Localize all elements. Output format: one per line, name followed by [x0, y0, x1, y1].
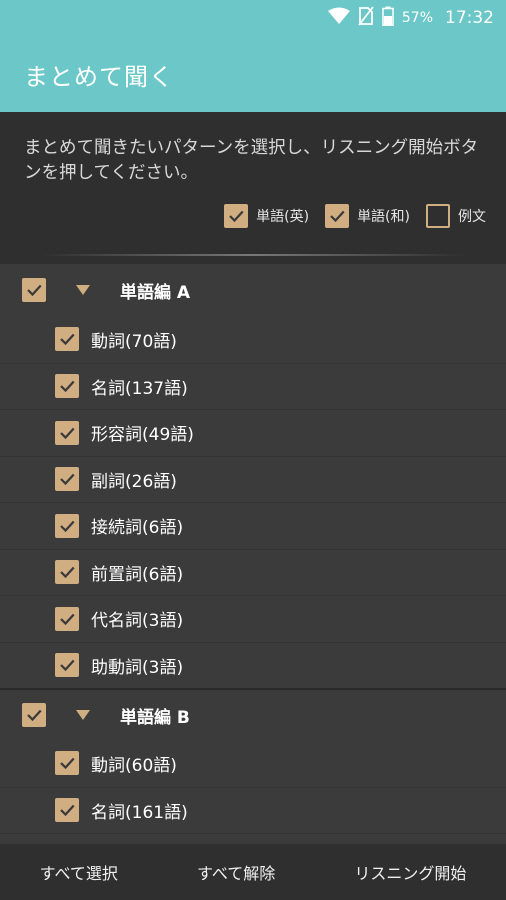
instruction-text: まとめて聞きたいパターンを選択し、リスニング開始ボタンを押してください。 — [24, 138, 479, 183]
pattern-list[interactable]: 単語編 A 動詞(70語) 名詞(137語) 形容詞(49語) 副詞(26語) … — [0, 264, 506, 844]
item-label: 代名詞(3語) — [91, 611, 184, 632]
list-item[interactable]: 名詞(137語) — [0, 362, 506, 410]
list-item[interactable]: 動詞(60語) — [0, 740, 506, 787]
clock: 17:32 — [445, 8, 494, 28]
list-item[interactable]: 副詞(26語) — [0, 455, 506, 503]
checkbox-checked-icon[interactable] — [55, 467, 79, 492]
expand-arrow-icon[interactable] — [76, 285, 90, 295]
option-label: 単語(英) — [256, 209, 310, 225]
option-label: 例文 — [458, 209, 486, 225]
checkbox-checked-icon[interactable] — [224, 204, 249, 228]
list-item-partial[interactable] — [0, 833, 506, 844]
list-item[interactable]: 名詞(161語) — [0, 786, 506, 834]
status-bar: 57% 17:32 — [0, 0, 506, 36]
item-label: 副詞(26語) — [91, 471, 177, 492]
list-item[interactable]: 前置詞(6語) — [0, 548, 506, 596]
bottom-action-bar: すべて選択 すべて解除 リスニング開始 — [0, 844, 506, 900]
group-row-b[interactable]: 単語編 B — [0, 688, 506, 740]
checkbox-checked-icon[interactable] — [55, 513, 79, 538]
option-word-japanese[interactable]: 単語(和) — [325, 204, 410, 228]
item-label: 前置詞(6語) — [91, 564, 184, 585]
list-item[interactable]: 動詞(70語) — [0, 316, 506, 363]
checkbox-checked-icon[interactable] — [55, 327, 79, 352]
checkbox-checked-icon[interactable] — [55, 606, 79, 631]
checkbox-checked-icon[interactable] — [55, 798, 79, 823]
instruction-panel: まとめて聞きたいパターンを選択し、リスニング開始ボタンを押してください。 単語(… — [0, 112, 506, 264]
page-title: まとめて聞く — [24, 62, 174, 91]
item-label: 名詞(161語) — [91, 802, 188, 823]
option-label: 単語(和) — [357, 209, 410, 225]
item-label: 助動詞(3語) — [91, 657, 184, 678]
group-row-a[interactable]: 単語編 A — [0, 264, 506, 316]
checkbox-checked-icon[interactable] — [55, 653, 79, 678]
list-item[interactable]: 代名詞(3語) — [0, 595, 506, 642]
checkbox-checked-icon[interactable] — [55, 420, 79, 445]
list-item[interactable]: 助動詞(3語) — [0, 641, 506, 689]
battery-percent: 57% — [401, 10, 433, 26]
checkbox-checked-icon[interactable] — [22, 278, 46, 302]
option-example-sentence[interactable]: 例文 — [426, 204, 486, 228]
checkbox-checked-icon[interactable] — [55, 560, 79, 585]
group-label: 単語編 B — [120, 707, 190, 728]
checkbox-checked-icon[interactable] — [55, 751, 79, 776]
option-word-english[interactable]: 単語(英) — [224, 204, 309, 228]
list-item[interactable]: 形容詞(49語) — [0, 409, 506, 456]
select-all-button[interactable]: すべて選択 — [28, 850, 130, 894]
battery-icon — [382, 6, 394, 30]
app-bar: まとめて聞く — [0, 36, 506, 112]
item-label: 動詞(70語) — [91, 331, 177, 352]
checkbox-checked-icon[interactable] — [55, 374, 79, 399]
start-listening-button[interactable]: リスニング開始 — [342, 850, 478, 894]
expand-arrow-icon[interactable] — [76, 710, 90, 720]
checkbox-checked-icon[interactable] — [22, 703, 46, 727]
item-label: 動詞(60語) — [91, 755, 177, 776]
deselect-all-button[interactable]: すべて解除 — [185, 850, 287, 894]
list-item[interactable]: 接続詞(6語) — [0, 502, 506, 549]
item-label: 接続詞(6語) — [91, 518, 184, 539]
wifi-icon — [327, 7, 350, 29]
option-checkboxes: 単語(英) 単語(和) 例文 — [224, 204, 486, 228]
checkbox-checked-icon[interactable] — [325, 204, 350, 228]
no-sim-icon — [358, 6, 374, 30]
item-label: 形容詞(49語) — [91, 425, 194, 446]
checkbox-unchecked-icon[interactable] — [426, 204, 450, 228]
item-label: 名詞(137語) — [91, 378, 188, 399]
divider — [40, 254, 466, 256]
group-label: 単語編 A — [120, 282, 191, 303]
